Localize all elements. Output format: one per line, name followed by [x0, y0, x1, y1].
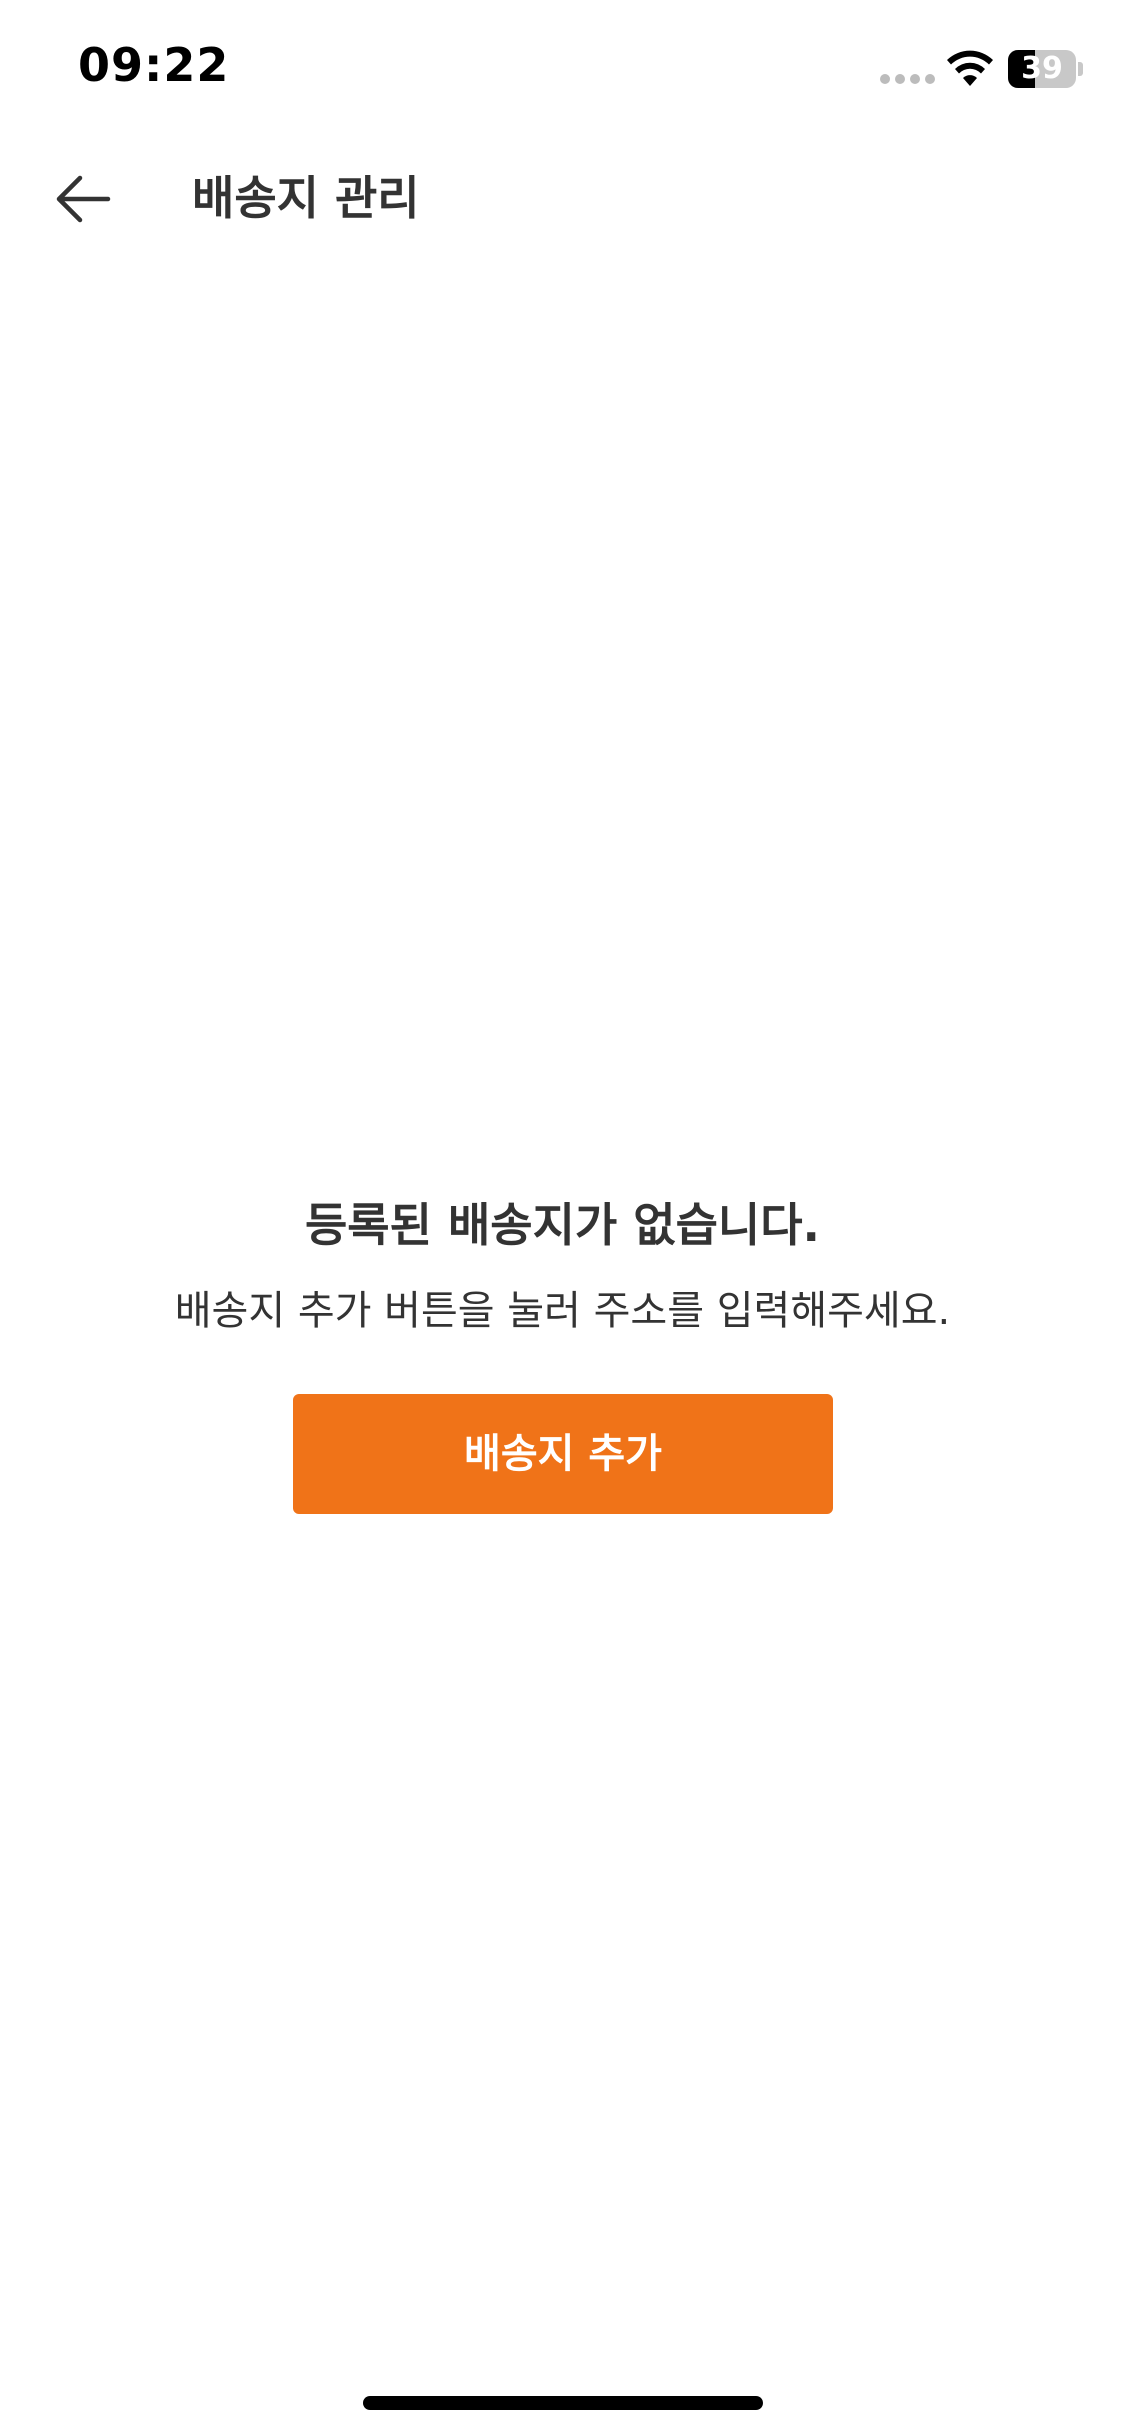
signal-dots-icon: [880, 74, 936, 86]
add-address-button[interactable]: 배송지 추가: [293, 1394, 833, 1514]
arrow-left-icon: [56, 175, 111, 223]
empty-state-description: 배송지 추가 버튼을 눌러 주소를 입력해주세요.: [174, 1288, 951, 1334]
home-indicator[interactable]: [363, 2396, 763, 2410]
back-button[interactable]: [48, 164, 118, 234]
empty-state: 등록된 배송지가 없습니다. 배송지 추가 버튼을 눌러 주소를 입력해주세요.: [0, 1185, 1125, 1341]
empty-state-title: 등록된 배송지가 없습니다.: [304, 1198, 821, 1252]
header: 배송지 관리: [0, 140, 1125, 255]
battery-cap: [1078, 62, 1083, 76]
page-title: 배송지 관리: [192, 171, 420, 225]
wifi-icon: [947, 50, 993, 86]
status-bar: 09:22 39: [0, 0, 1125, 140]
battery-icon: 39: [1008, 50, 1076, 88]
battery-level: 39: [1021, 51, 1063, 86]
status-time: 09:22: [78, 38, 230, 92]
